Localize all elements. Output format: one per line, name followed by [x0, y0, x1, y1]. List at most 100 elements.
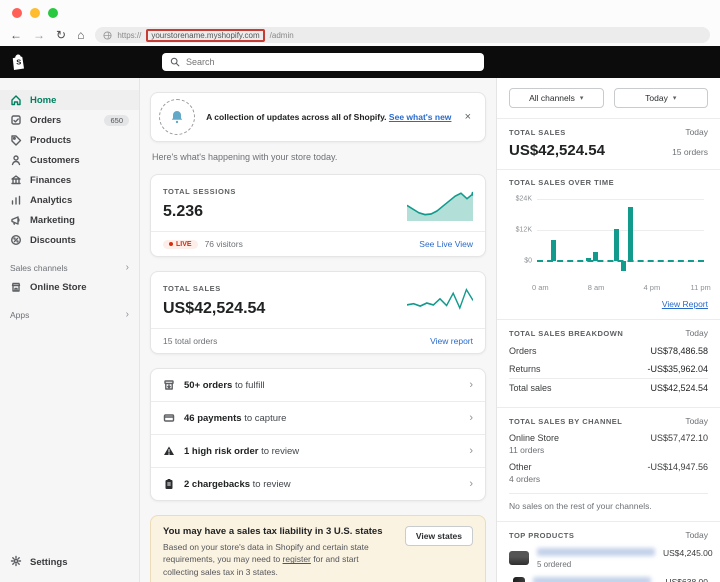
sessions-sparkline-chart: [407, 187, 473, 221]
tasks-card: 50+ orders to fulfill › 46 payments to c…: [150, 368, 486, 501]
no-sales-footnote: No sales on the rest of your channels.: [509, 493, 708, 511]
chargeback-clipboard-icon: [163, 478, 175, 490]
zoom-window-button[interactable]: [48, 8, 58, 18]
banner-close-icon[interactable]: ×: [463, 111, 473, 123]
view-report-link[interactable]: View report: [430, 336, 473, 346]
task-high-risk-order[interactable]: 1 high risk order to review ›: [151, 435, 485, 468]
chevron-right-icon: ›: [126, 309, 129, 320]
section-title: TOP PRODUCTS: [509, 531, 574, 540]
sales-channels-section[interactable]: Sales channels ›: [0, 250, 139, 277]
analytics-panel: All channels▾ Today▾ TOTAL SALES Today U…: [496, 78, 720, 582]
sales-sparkline-chart: [407, 284, 473, 318]
view-report-panel-link[interactable]: View Report: [662, 299, 708, 309]
product-name-redacted: [533, 577, 651, 582]
sales-channels-label: Sales channels: [10, 263, 68, 273]
chevron-right-icon: ›: [469, 412, 473, 424]
live-badge: LIVE: [163, 240, 198, 249]
channel-row-online-store: Online StoreUS$57,472.10 11 orders: [509, 433, 708, 455]
section-period: Today: [685, 530, 708, 540]
settings-label: Settings: [30, 557, 67, 568]
chevron-down-icon: ▾: [673, 94, 677, 102]
sidebar-item-customers[interactable]: Customers: [0, 150, 139, 170]
section-period: Today: [685, 416, 708, 426]
url-bar[interactable]: https:// yourstorename.myshopify.com /ad…: [95, 27, 710, 43]
search-input[interactable]: [186, 57, 476, 67]
sidebar-item-marketing[interactable]: Marketing: [0, 210, 139, 230]
channel-row-other: Other-US$14,947.56 4 orders: [509, 462, 708, 484]
chevron-right-icon: ›: [126, 262, 129, 273]
window-controls: [12, 8, 58, 18]
sidebar-item-discounts[interactable]: Discounts: [0, 230, 139, 250]
sidebar-item-products[interactable]: Products: [0, 130, 139, 150]
section-period: Today: [685, 127, 708, 137]
product-row[interactable]: 365/W + 2 ordered US$638.00: [509, 577, 708, 582]
customers-person-icon: [10, 154, 22, 166]
panel-orders-count: 15 orders: [672, 147, 708, 157]
shopify-updates-badge-icon: [159, 99, 195, 135]
fulfill-archive-icon: [163, 379, 175, 391]
section-title: TOTAL SALES: [509, 128, 566, 137]
sidebar-item-analytics[interactable]: Analytics: [0, 190, 139, 210]
task-payments-to-capture[interactable]: 46 payments to capture ›: [151, 402, 485, 435]
sidebar-item-online-store[interactable]: Online Store: [0, 277, 139, 297]
search-icon: [170, 57, 180, 67]
sidebar-item-label: Finances: [30, 175, 71, 186]
chevron-right-icon: ›: [469, 445, 473, 457]
close-window-button[interactable]: [12, 8, 22, 18]
orders-icon: [10, 114, 22, 126]
url-domain-highlighted: yourstorename.myshopify.com: [146, 29, 264, 42]
url-path: /admin: [270, 31, 294, 40]
updates-banner: A collection of updates across all of Sh…: [150, 92, 486, 142]
view-states-button[interactable]: View states: [405, 526, 473, 546]
all-channels-dropdown[interactable]: All channels▾: [509, 88, 604, 108]
panel-total-sales-value: US$42,524.54: [509, 142, 605, 159]
sidebar-item-label: Analytics: [30, 195, 72, 206]
panel-total-sales-section: TOTAL SALES Today US$42,524.54 15 orders: [497, 118, 720, 159]
product-row[interactable]: 5 ordered US$4,245.00: [509, 548, 708, 569]
sidebar-item-settings[interactable]: Settings: [0, 551, 139, 574]
apps-section[interactable]: Apps ›: [0, 297, 139, 324]
task-chargebacks-to-review[interactable]: 2 chargebacks to review ›: [151, 468, 485, 500]
sidebar-item-finances[interactable]: Finances: [0, 170, 139, 190]
browser-chrome: ← → ↻ ⌂ https:// yourstorename.myshopify…: [0, 0, 720, 46]
sidebar-item-label: Online Store: [30, 282, 86, 293]
payments-card-icon: [163, 412, 175, 424]
task-orders-to-fulfill[interactable]: 50+ orders to fulfill ›: [151, 369, 485, 402]
register-link[interactable]: register: [283, 554, 311, 564]
sidebar: Home Orders 650 Products Customers Finan…: [0, 78, 140, 582]
section-title: TOTAL SALES OVER TIME: [509, 178, 614, 187]
chevron-right-icon: ›: [469, 478, 473, 490]
sidebar-item-label: Customers: [30, 155, 80, 166]
greeting-text: Here's what's happening with your store …: [152, 152, 484, 162]
total-sales-card: TOTAL SALES US$42,524.54 15 total orders…: [150, 271, 486, 354]
breakdown-row-returns: Returns-US$35,962.04: [509, 360, 708, 379]
tax-notice-body: Based on your store's data in Shopify an…: [163, 541, 395, 578]
home-icon[interactable]: ⌂: [77, 29, 84, 41]
see-whats-new-link[interactable]: See what's new: [389, 112, 452, 122]
shopify-logo-icon[interactable]: S: [10, 53, 27, 71]
live-dot-icon: [169, 242, 173, 246]
warning-triangle-icon: [163, 445, 175, 457]
product-thumbnail: [513, 577, 525, 582]
see-live-view-link[interactable]: See Live View: [419, 239, 473, 249]
sidebar-item-orders[interactable]: Orders 650: [0, 110, 139, 130]
back-icon[interactable]: ←: [10, 29, 22, 41]
sidebar-item-label: Orders: [30, 115, 61, 126]
sidebar-item-label: Marketing: [30, 215, 75, 226]
sidebar-item-label: Home: [30, 95, 56, 106]
section-title: TOTAL SALES BY CHANNEL: [509, 417, 622, 426]
minimize-window-button[interactable]: [30, 8, 40, 18]
breakdown-row-total: Total salesUS$42,524.54: [509, 379, 708, 397]
reload-icon[interactable]: ↻: [56, 29, 66, 41]
forward-icon[interactable]: →: [33, 29, 45, 41]
analytics-bars-icon: [10, 194, 22, 206]
sidebar-item-label: Discounts: [30, 235, 76, 246]
global-search[interactable]: [162, 53, 484, 71]
product-name-redacted: [537, 548, 655, 556]
sidebar-item-home[interactable]: Home: [0, 90, 139, 110]
period-dropdown[interactable]: Today▾: [614, 88, 709, 108]
svg-text:S: S: [16, 58, 21, 67]
browser-toolbar: ← → ↻ ⌂ https:// yourstorename.myshopify…: [0, 26, 720, 44]
sales-by-channel-section: TOTAL SALES BY CHANNEL Today Online Stor…: [497, 407, 720, 511]
section-period: Today: [685, 328, 708, 338]
